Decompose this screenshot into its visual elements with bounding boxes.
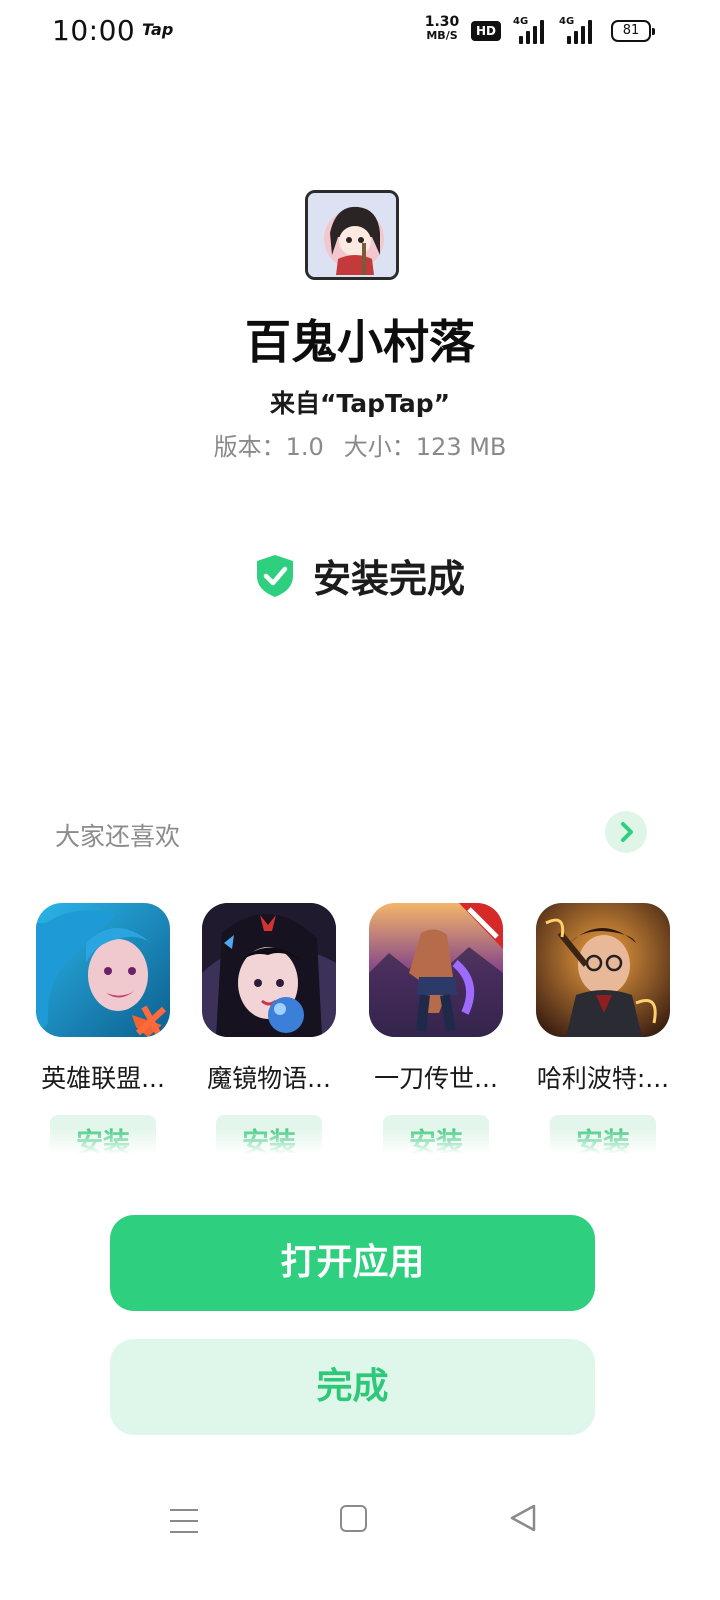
signal-type-label: 4G [513, 16, 529, 27]
network-speed-value: 1.30 [424, 14, 460, 30]
league-of-legends-icon[interactable] [36, 903, 170, 1037]
mirror-tales-icon[interactable] [202, 903, 336, 1037]
network-speed-unit: MB/S [426, 29, 458, 42]
install-status: 安装完成 [0, 548, 720, 603]
recommendation-name: 魔镜物语... [207, 1064, 331, 1093]
recommendation-item[interactable]: 一刀传世... 安装 [369, 903, 536, 1153]
install-status-label: 安装完成 [312, 557, 465, 601]
menu-icon[interactable] [170, 1500, 200, 1540]
app-size: 大小：123 MB [343, 433, 507, 461]
app-version: 版本：1.0 [213, 433, 324, 461]
recommendations-more-button[interactable] [605, 811, 647, 853]
list-fade-overlay [0, 1128, 720, 1154]
network-speed: 1.30 MB/S [422, 14, 462, 42]
signal-type-label-2: 4G [559, 16, 575, 27]
recommendation-name: 一刀传世... [374, 1064, 498, 1093]
recommendation-name: 哈利波特:... [536, 1064, 670, 1093]
done-button[interactable]: 完成 [110, 1339, 595, 1435]
status-bar: 10:00 Tap 1.30 MB/S HD 4G 4G 81 [0, 0, 720, 62]
signal-strength-icon: 4G [513, 16, 549, 44]
status-clock: 10:00 [52, 14, 136, 47]
recommendation-item[interactable]: 魔镜物语... 安装 [202, 903, 369, 1153]
app-avatar-icon [305, 190, 399, 280]
battery-icon: 81 [611, 20, 655, 42]
home-icon[interactable] [340, 1505, 367, 1532]
recommendation-item[interactable]: 哈利波特:... 安装 [536, 903, 703, 1153]
shield-check-icon [256, 554, 293, 597]
recommendations-title: 大家还喜欢 [55, 822, 181, 851]
open-app-button[interactable]: 打开应用 [110, 1215, 595, 1311]
app-name: 百鬼小村落 [245, 315, 475, 369]
one-blade-icon[interactable] [369, 903, 503, 1037]
back-icon[interactable] [508, 1502, 538, 1534]
signal-strength-icon-2: 4G [559, 16, 595, 44]
app-meta: 版本：1.0 大小：123 MB [0, 427, 720, 462]
hd-voice-icon: HD [471, 21, 501, 41]
app-source: 来自“TapTap” [269, 389, 451, 418]
chevron-right-icon [621, 822, 633, 842]
recommendations-list: 英雄联盟... 安装 魔镜物语... 安装 [0, 903, 720, 1153]
recommendation-item[interactable]: 英雄联盟... 安装 [36, 903, 203, 1153]
tap-notification-icon: Tap [142, 20, 174, 39]
recommendation-name: 英雄联盟... [41, 1064, 165, 1093]
harry-potter-icon[interactable] [536, 903, 670, 1037]
